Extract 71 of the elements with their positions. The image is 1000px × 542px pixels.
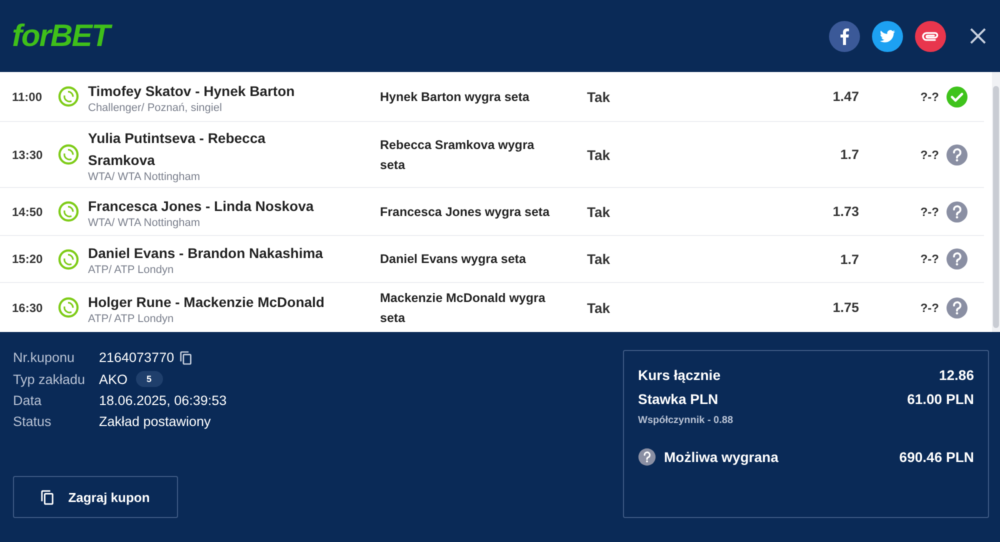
time-label: 11:00 (11, 90, 44, 104)
help-icon[interactable] (638, 448, 656, 466)
league-label: WTA/ WTA Nottingham (88, 170, 202, 182)
odds-value: 1.73 (832, 204, 859, 219)
odds-value: 1.47 (832, 89, 859, 104)
match-name[interactable]: Daniel Evans - Brandon Nakashima (88, 242, 328, 264)
tennis-ball-icon (58, 201, 79, 222)
league-label: ATP/ ATP Londyn (88, 264, 175, 276)
bet-pick: Daniel Evans wygra seta (380, 251, 527, 268)
league-label: ATP/ ATP Londyn (88, 312, 175, 324)
win-label: Możliwa wygrana (664, 449, 778, 465)
tennis-ball-icon (58, 248, 79, 270)
forbet-logo[interactable]: forBET (12, 18, 829, 54)
tennis-ball-icon (58, 297, 79, 318)
tennis-ball-icon (58, 86, 79, 107)
odds-value: 1.75 (832, 300, 859, 315)
detail-label: Status (13, 414, 52, 429)
win-value: 690.46 PLN (899, 449, 974, 465)
paperclip-icon[interactable] (915, 20, 946, 52)
detail-label: Nr.kuponu (13, 350, 76, 365)
bet-pick: Hynek Barton wygra seta (380, 88, 530, 106)
copy-icon[interactable] (41, 490, 54, 504)
detail-value: AKO (99, 372, 128, 386)
match-name[interactable]: Holger Rune - Mackenzie McDonald (88, 290, 328, 312)
question-icon (946, 200, 968, 222)
score-label: ?-? (919, 252, 939, 266)
score-label: ?-? (919, 300, 939, 314)
replay-coupon-button[interactable]: Zagraj kupon (13, 476, 178, 518)
detail-label: Data (13, 393, 43, 408)
question-icon (946, 296, 968, 318)
detail-label: Typ zakładu (13, 372, 86, 386)
match-name[interactable]: Francesca Jones - Linda Noskova (88, 194, 328, 216)
detail-value: 2164073770 (99, 350, 174, 365)
bet-answer: Tak (587, 204, 612, 220)
scrollbar[interactable] (992, 72, 1000, 332)
odds-value: 1.7 (839, 252, 859, 266)
check-icon (946, 86, 968, 108)
odds-value: 1.7 (839, 147, 859, 162)
total-odds-value: 12.86 (938, 367, 974, 383)
match-name[interactable]: Yulia Putintseva - Rebecca Sramkova (88, 126, 328, 170)
detail-value: 18.06.2025, 06:39:53 (99, 393, 227, 408)
detail-value: Zakład postawiony (99, 414, 211, 429)
facebook-icon[interactable] (829, 20, 860, 52)
stake-label: Stawka PLN (638, 391, 718, 407)
bet-pick: Mackenzie McDonald wygra seta (380, 290, 546, 326)
score-label: ?-? (919, 148, 939, 162)
question-icon (946, 144, 968, 166)
time-label: 13:30 (11, 148, 44, 162)
match-name[interactable]: Timofey Skatov - Hynek Barton (88, 80, 328, 102)
score-label: ?-? (919, 90, 939, 104)
factor-label: Współczynnik - 0.88 (638, 415, 734, 426)
close-icon[interactable] (970, 28, 986, 44)
question-icon (946, 248, 968, 270)
count-badge: 5 (136, 371, 163, 387)
time-label: 14:50 (11, 204, 44, 218)
time-label: 15:20 (11, 252, 44, 266)
bet-pick: Rebecca Sramkova wygra seta (380, 136, 536, 174)
twitter-icon[interactable] (872, 20, 903, 52)
copy-icon[interactable] (180, 350, 192, 364)
bet-answer: Tak (587, 251, 612, 267)
bet-pick: Francesca Jones wygra seta (380, 204, 550, 221)
score-label: ?-? (919, 204, 939, 218)
tennis-ball-icon (58, 144, 79, 165)
time-label: 16:30 (11, 300, 44, 314)
bet-answer: Tak (587, 88, 612, 104)
bet-answer: Tak (587, 146, 612, 162)
total-odds-label: Kurs łącznie (638, 367, 720, 383)
stake-value: 61.00 PLN (907, 391, 974, 407)
league-label: Challenger/ Poznań, singiel (88, 102, 223, 114)
bet-answer: Tak (587, 300, 612, 316)
league-label: WTA/ WTA Nottingham (88, 216, 202, 228)
